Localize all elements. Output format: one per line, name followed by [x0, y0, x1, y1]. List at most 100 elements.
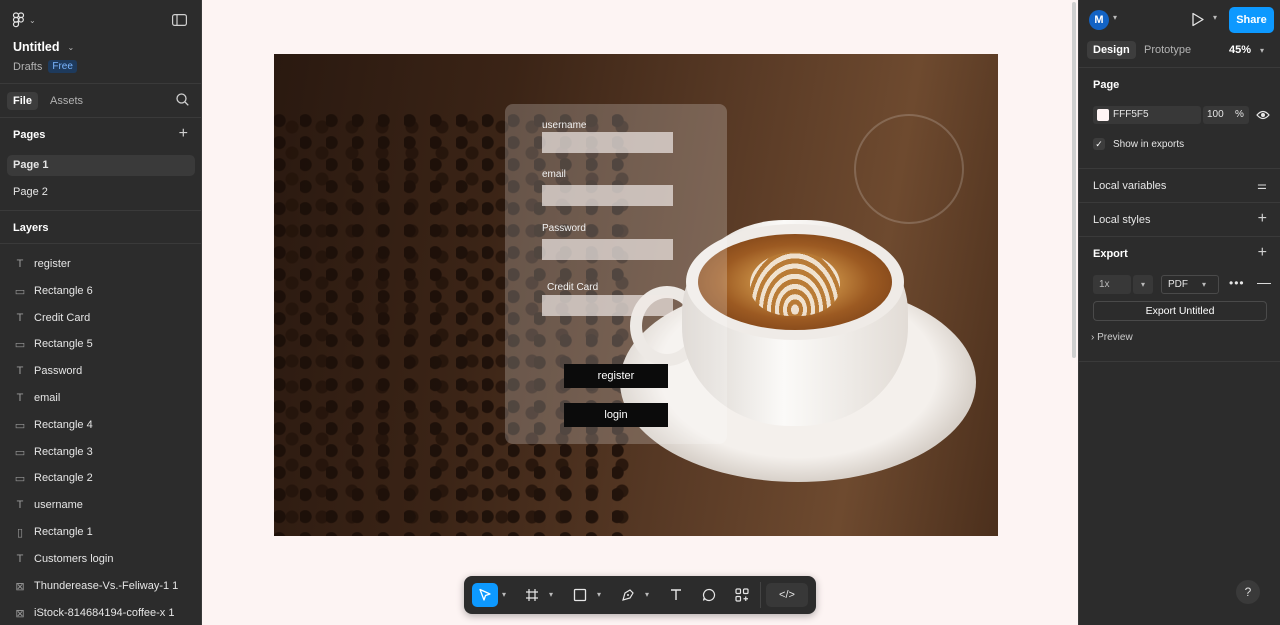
file-title[interactable]: Untitled ⌄ — [13, 40, 74, 54]
chevron-down-icon[interactable]: ▾ — [1113, 13, 1117, 22]
username-label[interactable]: username — [542, 120, 586, 131]
add-page-icon[interactable]: + — [179, 126, 188, 142]
layer-item[interactable]: ▯ Rectangle 1 — [0, 519, 201, 545]
zoom-level[interactable]: 45% — [1229, 44, 1251, 56]
login-button[interactable]: login — [564, 403, 668, 427]
tab-prototype[interactable]: Prototype — [1138, 41, 1197, 59]
color-swatch[interactable] — [1097, 109, 1109, 121]
right-panel: M ▾ ▾ Share Design Prototype 45% ▾ Page … — [1078, 0, 1280, 625]
layer-item[interactable]: ▭ Rectangle 3 — [0, 439, 201, 465]
visibility-toggle[interactable] — [1256, 109, 1270, 124]
layer-item[interactable]: Tusername — [0, 492, 201, 518]
email-field[interactable] — [542, 185, 673, 206]
share-button[interactable]: Share — [1229, 7, 1274, 33]
help-button[interactable]: ? — [1236, 580, 1260, 604]
tab-assets[interactable]: Assets — [44, 92, 89, 110]
main-menu-button[interactable]: ⌄ — [12, 12, 36, 28]
text-tool-button[interactable] — [664, 583, 688, 607]
latte-art-image — [750, 252, 840, 316]
toggle-sidebar-button[interactable] — [172, 14, 188, 29]
more-options-icon[interactable]: ••• — [1229, 276, 1245, 290]
layer-item[interactable]: ⊠ iStock-814684194-coffee-x 1 — [0, 600, 201, 625]
layer-item[interactable]: Tregister — [0, 251, 201, 277]
actions-tool-button[interactable] — [730, 583, 754, 607]
layer-label: username — [34, 499, 83, 511]
preview-toggle[interactable]: › Preview — [1091, 332, 1133, 343]
dev-mode-toggle[interactable]: </> — [766, 583, 808, 607]
layer-item[interactable]: ▭ Rectangle 2 — [0, 465, 201, 491]
canvas[interactable]: username email Password Credit Card regi… — [202, 0, 1078, 625]
credit-card-label[interactable]: Credit Card — [547, 282, 598, 293]
show-in-exports-label: Show in exports — [1113, 139, 1185, 150]
credit-card-field[interactable] — [542, 295, 673, 316]
rectangle-line-icon: ▭ — [14, 446, 26, 459]
layer-item[interactable]: T Credit Card — [0, 305, 201, 331]
chevron-down-icon: ▾ — [1202, 280, 1207, 289]
layer-item[interactable]: ▭ Rectangle 5 — [0, 331, 201, 357]
pen-tool-button[interactable] — [616, 583, 640, 607]
image-icon: ⊠ — [15, 580, 25, 593]
layer-label: Rectangle 2 — [34, 472, 93, 484]
design-frame[interactable]: username email Password Credit Card regi… — [274, 54, 998, 536]
login-card[interactable] — [505, 104, 727, 444]
layer-item[interactable]: Temail — [0, 385, 201, 411]
layer-item[interactable]: ▭ Rectangle 4 — [0, 412, 201, 438]
sidebar-icon — [172, 14, 188, 27]
comment-tool-button[interactable] — [697, 583, 721, 607]
password-field[interactable] — [542, 239, 673, 260]
file-title-text: Untitled — [13, 40, 60, 54]
layer-item[interactable]: ⊠ Thunderease-Vs.-Feliway-1 1 — [0, 573, 201, 599]
pen-icon — [622, 589, 634, 601]
location-text[interactable]: Drafts — [13, 61, 42, 73]
chevron-down-icon[interactable]: ▾ — [597, 590, 601, 599]
layer-label: Rectangle 6 — [34, 285, 93, 297]
remove-export-icon[interactable]: — — [1257, 274, 1271, 290]
plan-badge[interactable]: Free — [48, 60, 77, 73]
chevron-down-icon[interactable]: ▾ — [1213, 13, 1217, 22]
layer-label: Rectangle 3 — [34, 446, 93, 458]
rectangle-tool-button[interactable] — [568, 583, 592, 607]
move-tool-button[interactable] — [472, 583, 498, 607]
export-scale-dropdown[interactable]: ▾ — [1133, 275, 1153, 294]
canvas-scrollbar[interactable] — [1072, 2, 1076, 358]
tab-file[interactable]: File — [7, 92, 38, 110]
export-section-title: Export — [1093, 248, 1128, 260]
rectangle-line-icon: ▭ — [14, 338, 26, 351]
email-label[interactable]: email — [542, 169, 566, 180]
add-export-icon[interactable]: + — [1258, 245, 1267, 261]
search-button[interactable] — [176, 93, 189, 109]
pages-title: Pages — [13, 129, 46, 141]
tab-design[interactable]: Design — [1087, 41, 1136, 59]
layer-label: email — [34, 392, 61, 404]
avatar[interactable]: M — [1089, 10, 1109, 30]
local-variables-label: Local variables — [1093, 180, 1167, 192]
layer-item[interactable]: T Password — [0, 358, 201, 384]
username-field[interactable] — [542, 132, 673, 153]
register-button[interactable]: register — [564, 364, 668, 388]
left-tabs: File Assets — [0, 84, 201, 118]
local-variables-section[interactable]: Local variables ⚌ — [1079, 169, 1280, 203]
page-item-1[interactable]: Page 1 — [7, 155, 195, 176]
local-styles-section[interactable]: Local styles + — [1079, 203, 1280, 237]
export-format-select[interactable]: PDF ▾ — [1161, 275, 1219, 294]
bottom-toolbar: ▾ ▾ ▾ ▾ </> — [464, 576, 816, 614]
present-button[interactable] — [1191, 12, 1205, 30]
preview-label: Preview — [1097, 332, 1133, 343]
frame-tool-button[interactable] — [520, 583, 544, 607]
page-item-2[interactable]: Page 2 — [7, 182, 195, 203]
password-label[interactable]: Password — [542, 223, 586, 234]
export-scale-select[interactable]: 1x — [1093, 275, 1131, 294]
add-style-icon[interactable]: + — [1258, 211, 1267, 227]
show-in-exports-checkbox[interactable]: ✓ — [1093, 138, 1105, 150]
rectangle-icon: ▯ — [16, 526, 24, 539]
chevron-down-icon[interactable]: ▾ — [645, 590, 649, 599]
variables-icon[interactable]: ⚌ — [1257, 179, 1267, 192]
chevron-down-icon[interactable]: ▾ — [549, 590, 553, 599]
layer-item[interactable]: ▭ Rectangle 6 — [0, 278, 201, 304]
chevron-down-icon[interactable]: ▾ — [1260, 46, 1264, 55]
export-button[interactable]: Export Untitled — [1093, 301, 1267, 321]
chevron-down-icon[interactable]: ▾ — [502, 590, 506, 599]
layer-item[interactable]: T Customers login — [0, 546, 201, 572]
page-color-hex[interactable]: FFF5F5 — [1113, 109, 1149, 120]
page-opacity-value[interactable]: 100 — [1207, 109, 1224, 120]
